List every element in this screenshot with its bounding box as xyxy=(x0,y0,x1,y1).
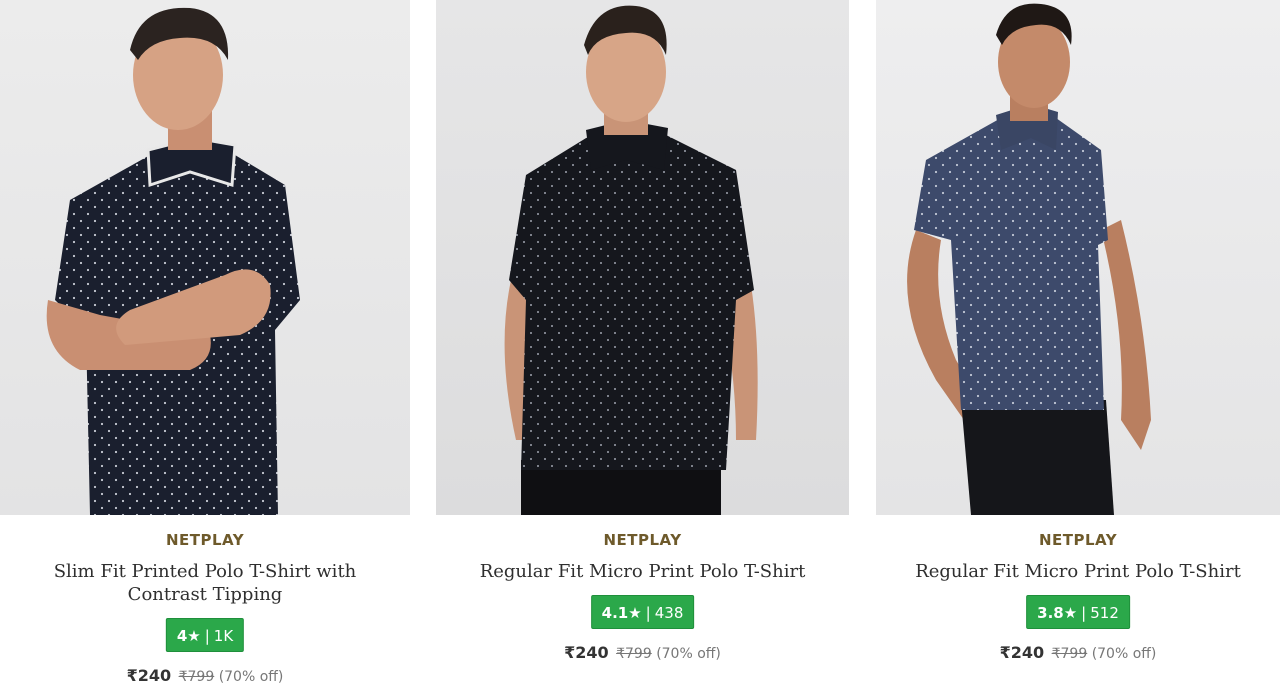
brand-name: NETPLAY xyxy=(1038,531,1118,549)
rating-separator: | xyxy=(1081,604,1087,622)
product-title[interactable]: Regular Fit Micro Print Polo T-Shirt xyxy=(896,560,1260,583)
sale-price: ₹240 xyxy=(999,643,1045,662)
product-image[interactable] xyxy=(876,0,1280,515)
brand-name: NETPLAY xyxy=(165,531,245,549)
original-price: ₹799 xyxy=(616,646,652,662)
rating-value: 4 xyxy=(176,627,188,645)
review-count: 438 xyxy=(654,604,684,622)
discount-percent: (70% off) xyxy=(1091,646,1157,662)
star-icon: ★ xyxy=(1063,604,1078,622)
sale-price: ₹240 xyxy=(126,666,172,685)
price-row: ₹240 ₹799 (70% off) xyxy=(0,666,410,685)
review-count: 1K xyxy=(213,627,234,645)
price-row: ₹240 ₹799 (70% off) xyxy=(436,643,849,662)
price-row: ₹240 ₹799 (70% off) xyxy=(876,643,1280,662)
original-price: ₹799 xyxy=(178,669,215,685)
product-grid: NETPLAY Slim Fit Printed Polo T-Shirt wi… xyxy=(0,0,1280,691)
rating-value: 4.1 xyxy=(601,604,629,622)
rating-separator: | xyxy=(204,627,210,645)
product-title[interactable]: Regular Fit Micro Print Polo T-Shirt xyxy=(456,560,829,583)
discount-percent: (70% off) xyxy=(656,646,721,662)
product-title[interactable]: Slim Fit Printed Polo T-Shirt with Contr… xyxy=(20,560,390,606)
rating-separator: | xyxy=(645,604,651,622)
product-card[interactable]: NETPLAY Slim Fit Printed Polo T-Shirt wi… xyxy=(0,0,410,691)
star-icon: ★ xyxy=(187,627,201,645)
product-card[interactable]: NETPLAY Regular Fit Micro Print Polo T-S… xyxy=(876,0,1280,691)
review-count: 512 xyxy=(1090,604,1119,622)
star-icon: ★ xyxy=(628,604,642,622)
product-card[interactable]: NETPLAY Regular Fit Micro Print Polo T-S… xyxy=(436,0,849,691)
rating-badge: 4.1★ | 438 xyxy=(590,595,695,629)
rating-badge: 3.8★ | 512 xyxy=(1026,595,1130,629)
rating-value: 3.8 xyxy=(1037,604,1064,622)
discount-percent: (70% off) xyxy=(218,669,284,685)
original-price: ₹799 xyxy=(1051,646,1088,662)
sale-price: ₹240 xyxy=(564,643,609,662)
rating-badge: 4★ | 1K xyxy=(165,618,245,652)
product-image[interactable] xyxy=(0,0,410,515)
brand-name: NETPLAY xyxy=(603,531,682,549)
product-image[interactable] xyxy=(436,0,849,515)
